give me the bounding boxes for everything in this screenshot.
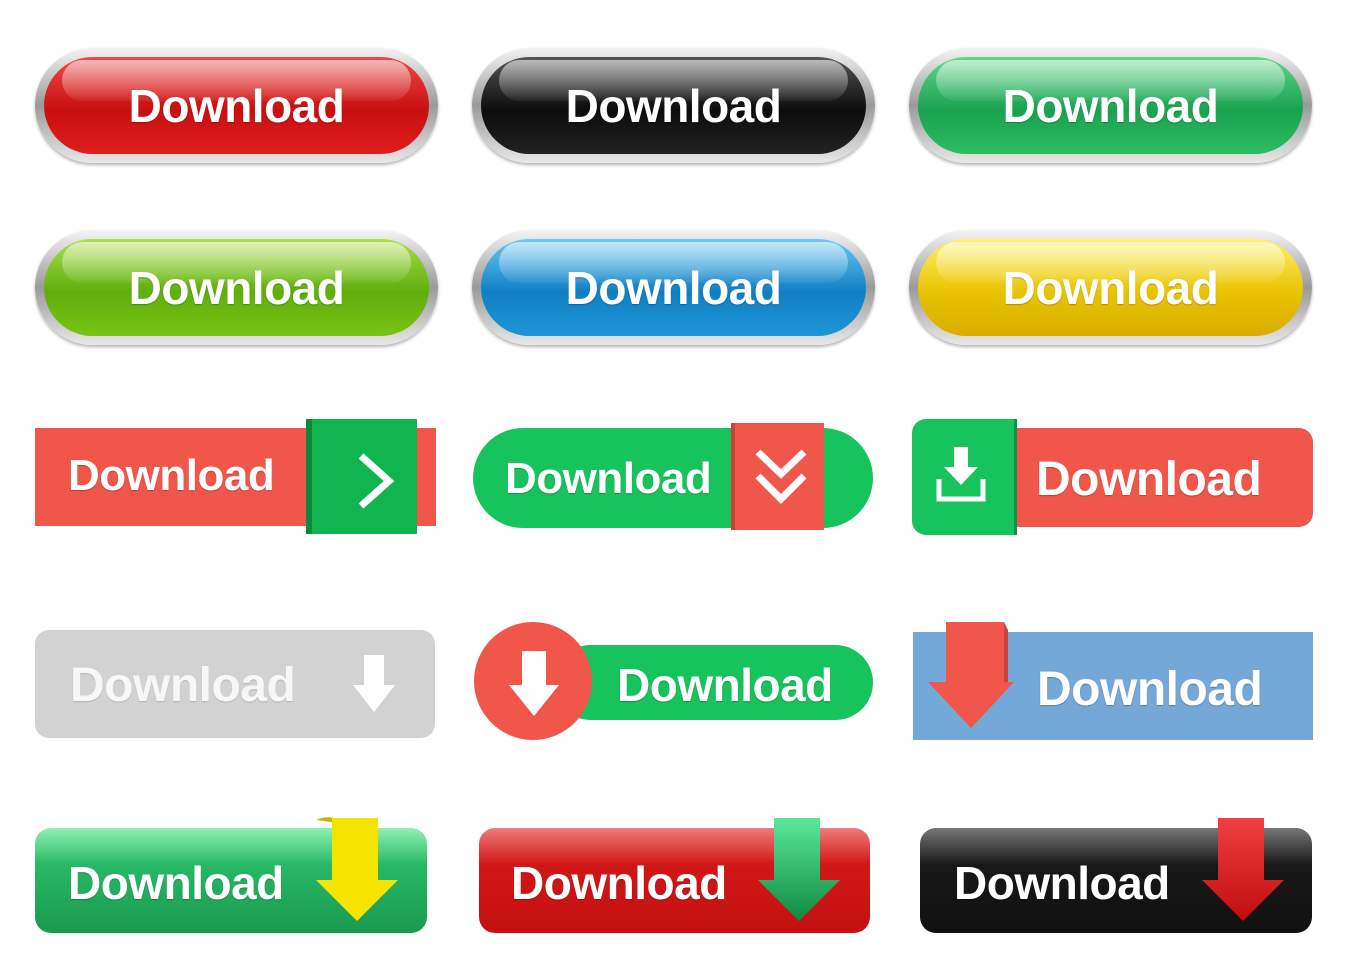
download-button-blue[interactable]: Download: [472, 230, 875, 345]
button-label: Download: [565, 262, 782, 314]
arrow-down-icon: [509, 651, 559, 716]
double-chevron-down-icon: [755, 449, 807, 504]
button-label: Download: [617, 659, 833, 711]
download-button-tray[interactable]: Download: [912, 419, 1314, 536]
download-button-double-chevron[interactable]: Download: [473, 423, 874, 531]
button-label: Download: [1037, 663, 1263, 716]
ribbon-arrow-down-icon: [758, 818, 840, 921]
button-label: Download: [68, 451, 275, 500]
button-label: Download: [505, 454, 712, 503]
download-button-chevron[interactable]: Download: [35, 419, 437, 535]
download-button-red[interactable]: Download: [35, 48, 438, 163]
button-label: Download: [1002, 262, 1219, 314]
download-button-black[interactable]: Download: [472, 48, 875, 163]
button-label: Download: [511, 857, 727, 909]
download-button-yellow[interactable]: Download: [909, 230, 1312, 345]
ribbon-arrow-down-icon: [1202, 818, 1284, 921]
button-label: Download: [128, 80, 345, 132]
chevron-right-icon: [358, 453, 395, 509]
button-label: Download: [1002, 80, 1219, 132]
arrow-down-icon: [928, 622, 1014, 728]
download-button-green[interactable]: Download: [909, 48, 1312, 163]
button-label: Download: [68, 857, 284, 909]
download-button-blue-flat[interactable]: Download: [913, 622, 1314, 742]
download-button-gray[interactable]: Download: [35, 630, 435, 738]
download-button-green-ribbon[interactable]: Download: [35, 817, 428, 934]
ribbon-arrow-down-icon: [316, 817, 398, 921]
download-button-lime[interactable]: Download: [35, 230, 438, 345]
button-label: Download: [70, 659, 296, 712]
download-button-black-ribbon[interactable]: Download: [920, 818, 1313, 934]
button-label: Download: [954, 857, 1170, 909]
download-button-red-ribbon[interactable]: Download: [479, 818, 871, 934]
button-label: Download: [1036, 453, 1262, 506]
button-label: Download: [565, 80, 782, 132]
button-label: Download: [128, 262, 345, 314]
download-tray-icon: [936, 447, 986, 502]
arrow-down-icon: [353, 655, 395, 712]
download-button-circle[interactable]: Download: [473, 621, 874, 741]
